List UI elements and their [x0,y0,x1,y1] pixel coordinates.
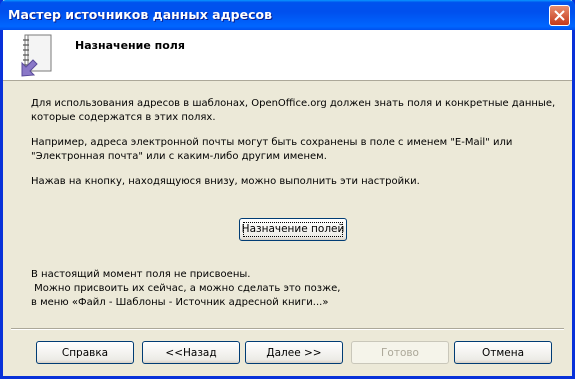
text-line: Нажав на кнопку, находящуюся внизу, можн… [31,176,420,187]
intro-paragraph: Для использования адресов в шаблонах, Op… [31,97,556,125]
close-icon [554,10,565,21]
page-title: Назначение поля [75,39,185,52]
separator [11,328,564,330]
finish-button[interactable]: Готово [351,341,449,364]
text-line: "Электронная почта" или с каким-либо дру… [31,151,327,162]
text-line: Можно присвоить их сейчас, а можно сдела… [31,283,341,294]
wizard-dialog: Мастер источников данных адресов Назначе… [0,0,575,379]
title-bar[interactable]: Мастер источников данных адресов [0,0,575,30]
window-title: Мастер источников данных адресов [8,7,273,22]
close-button[interactable] [549,5,570,26]
help-button[interactable]: Справка [36,341,134,364]
text-line: в меню «Файл - Шаблоны - Источник адресн… [31,297,329,308]
status-paragraph: В настоящий момент поля не присвоены. Мо… [31,268,551,310]
text-line: Для использования адресов в шаблонах, Op… [31,98,556,109]
instruction-paragraph: Нажав на кнопку, находящуюся внизу, можн… [31,175,551,189]
cancel-button[interactable]: Отмена [454,341,552,364]
text-line: Например, адреса электронной почты могут… [31,137,513,148]
address-book-icon [21,34,52,77]
assign-fields-label: Назначение полей [241,223,345,235]
text-line: которые содержатся в этих полях. [31,112,216,123]
wizard-header: Назначение поля [3,30,572,81]
example-paragraph: Например, адреса электронной почты могут… [31,136,551,164]
next-button[interactable]: Далее >> [245,341,343,364]
text-line: В настоящий момент поля не присвоены. [31,269,251,280]
back-button[interactable]: <<Назад [142,341,240,364]
assign-fields-button[interactable]: Назначение полей [239,218,347,241]
